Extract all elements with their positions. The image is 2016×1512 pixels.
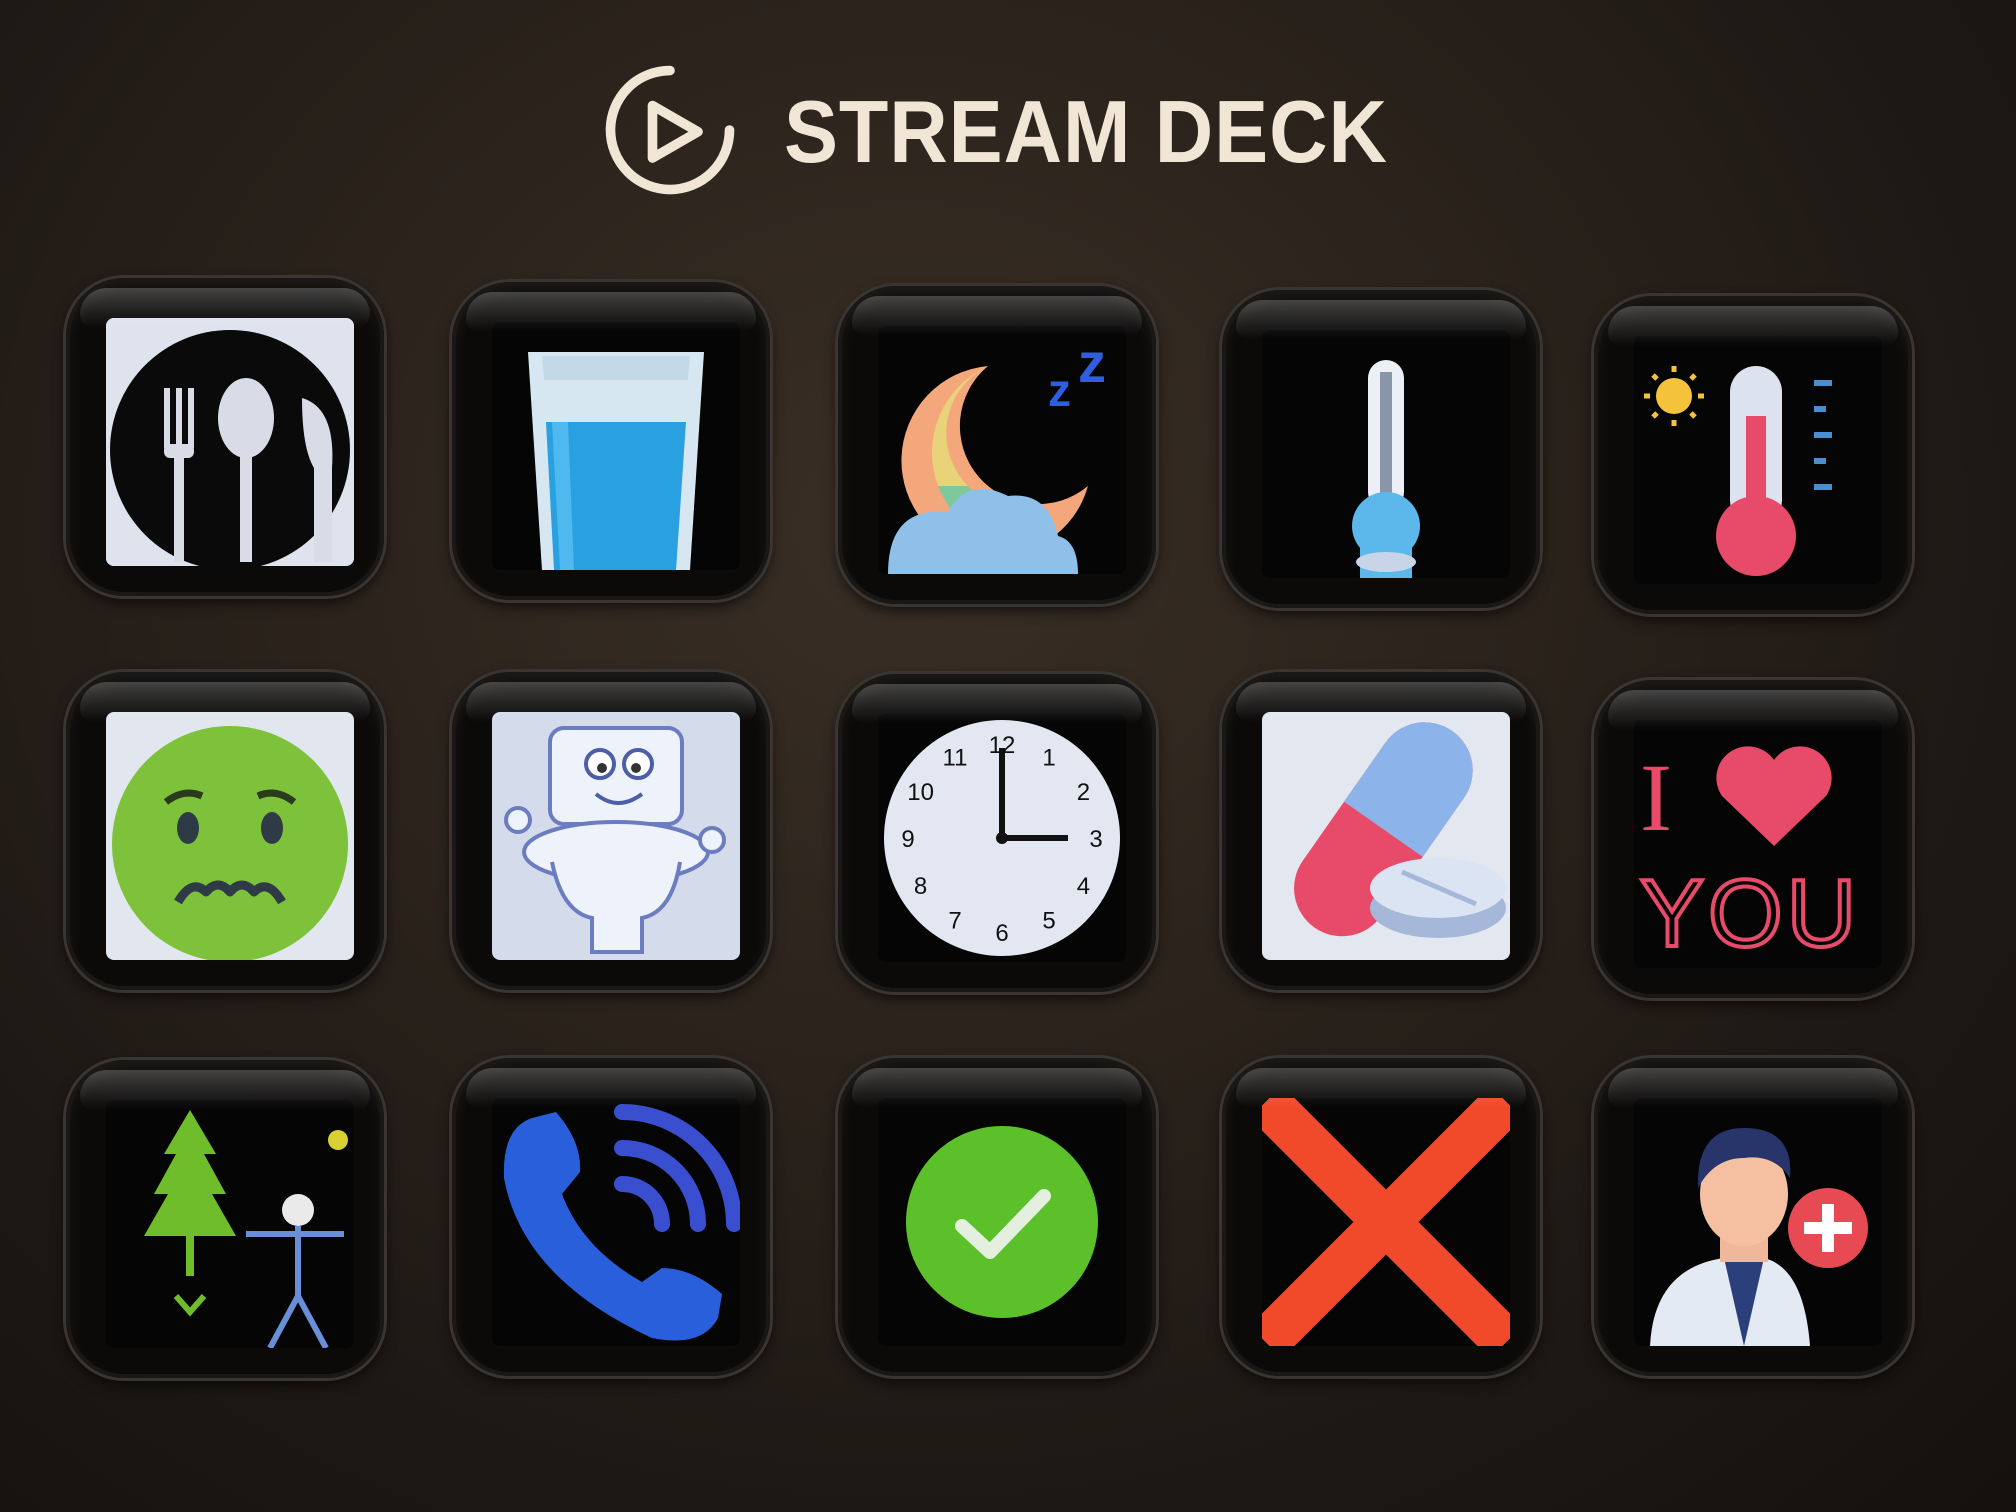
- stream-deck-device: STREAM DECK z z 12 1 2 3 4 5 6 7 8 9 10 …: [0, 0, 2016, 1512]
- plate-fork-spoon-knife-icon: [106, 318, 354, 566]
- cold-thermometer-icon: [1262, 330, 1510, 578]
- key-yes[interactable]: [838, 1058, 1156, 1376]
- clock-numeral: 9: [901, 826, 914, 853]
- brand-name: STREAM DECK: [784, 82, 1388, 181]
- love-text-top: I: [1640, 744, 1672, 851]
- key-sick[interactable]: [66, 672, 384, 990]
- clock-numeral: 10: [907, 779, 934, 806]
- key-time[interactable]: 12 1 2 3 4 5 6 7 8 9 10 11: [838, 674, 1156, 992]
- key-love[interactable]: I YOU: [1594, 680, 1912, 998]
- i-love-you-icon: I YOU: [1634, 720, 1882, 968]
- key-outside[interactable]: [66, 1060, 384, 1378]
- key-call[interactable]: [452, 1058, 770, 1376]
- key-sleep[interactable]: z z: [838, 286, 1156, 604]
- key-eat[interactable]: [66, 278, 384, 596]
- clock-numeral: 8: [914, 873, 927, 900]
- nauseous-face-icon: [106, 712, 354, 960]
- clock-numeral: 4: [1077, 873, 1090, 900]
- toilet-icon: [492, 712, 740, 960]
- love-text-bottom: YOU: [1640, 860, 1860, 967]
- clock-numeral: 11: [943, 745, 968, 772]
- elgato-logo-icon: [590, 60, 750, 205]
- clock-numeral: 5: [1042, 907, 1055, 934]
- key-medicine[interactable]: [1222, 672, 1540, 990]
- clock-icon: 12 1 2 3 4 5 6 7 8 9 10 11: [878, 714, 1126, 962]
- phone-call-icon: [492, 1098, 740, 1346]
- clock-numeral: 6: [995, 920, 1008, 947]
- key-hot[interactable]: [1594, 296, 1912, 614]
- clock-numeral: 2: [1077, 779, 1090, 806]
- key-doctor[interactable]: [1594, 1058, 1912, 1376]
- check-icon: [878, 1098, 1126, 1346]
- svg-text:z: z: [1078, 331, 1106, 394]
- key-no[interactable]: [1222, 1058, 1540, 1376]
- svg-text:z: z: [1048, 364, 1071, 416]
- key-bathroom[interactable]: [452, 672, 770, 990]
- key-drink[interactable]: [452, 282, 770, 600]
- hot-thermometer-icon: [1634, 336, 1882, 584]
- doctor-icon: [1634, 1098, 1882, 1346]
- key-cold[interactable]: [1222, 290, 1540, 608]
- clock-numeral: 7: [948, 907, 961, 934]
- tree-and-person-icon: [106, 1100, 354, 1348]
- moon-sleep-icon: z z: [878, 326, 1126, 574]
- x-mark-icon: [1262, 1098, 1510, 1346]
- glass-of-water-icon: [492, 322, 740, 570]
- brand-header: STREAM DECK: [590, 62, 1440, 202]
- clock-numeral: 3: [1089, 826, 1102, 853]
- pills-icon: [1262, 712, 1510, 960]
- clock-numeral: 1: [1042, 745, 1055, 772]
